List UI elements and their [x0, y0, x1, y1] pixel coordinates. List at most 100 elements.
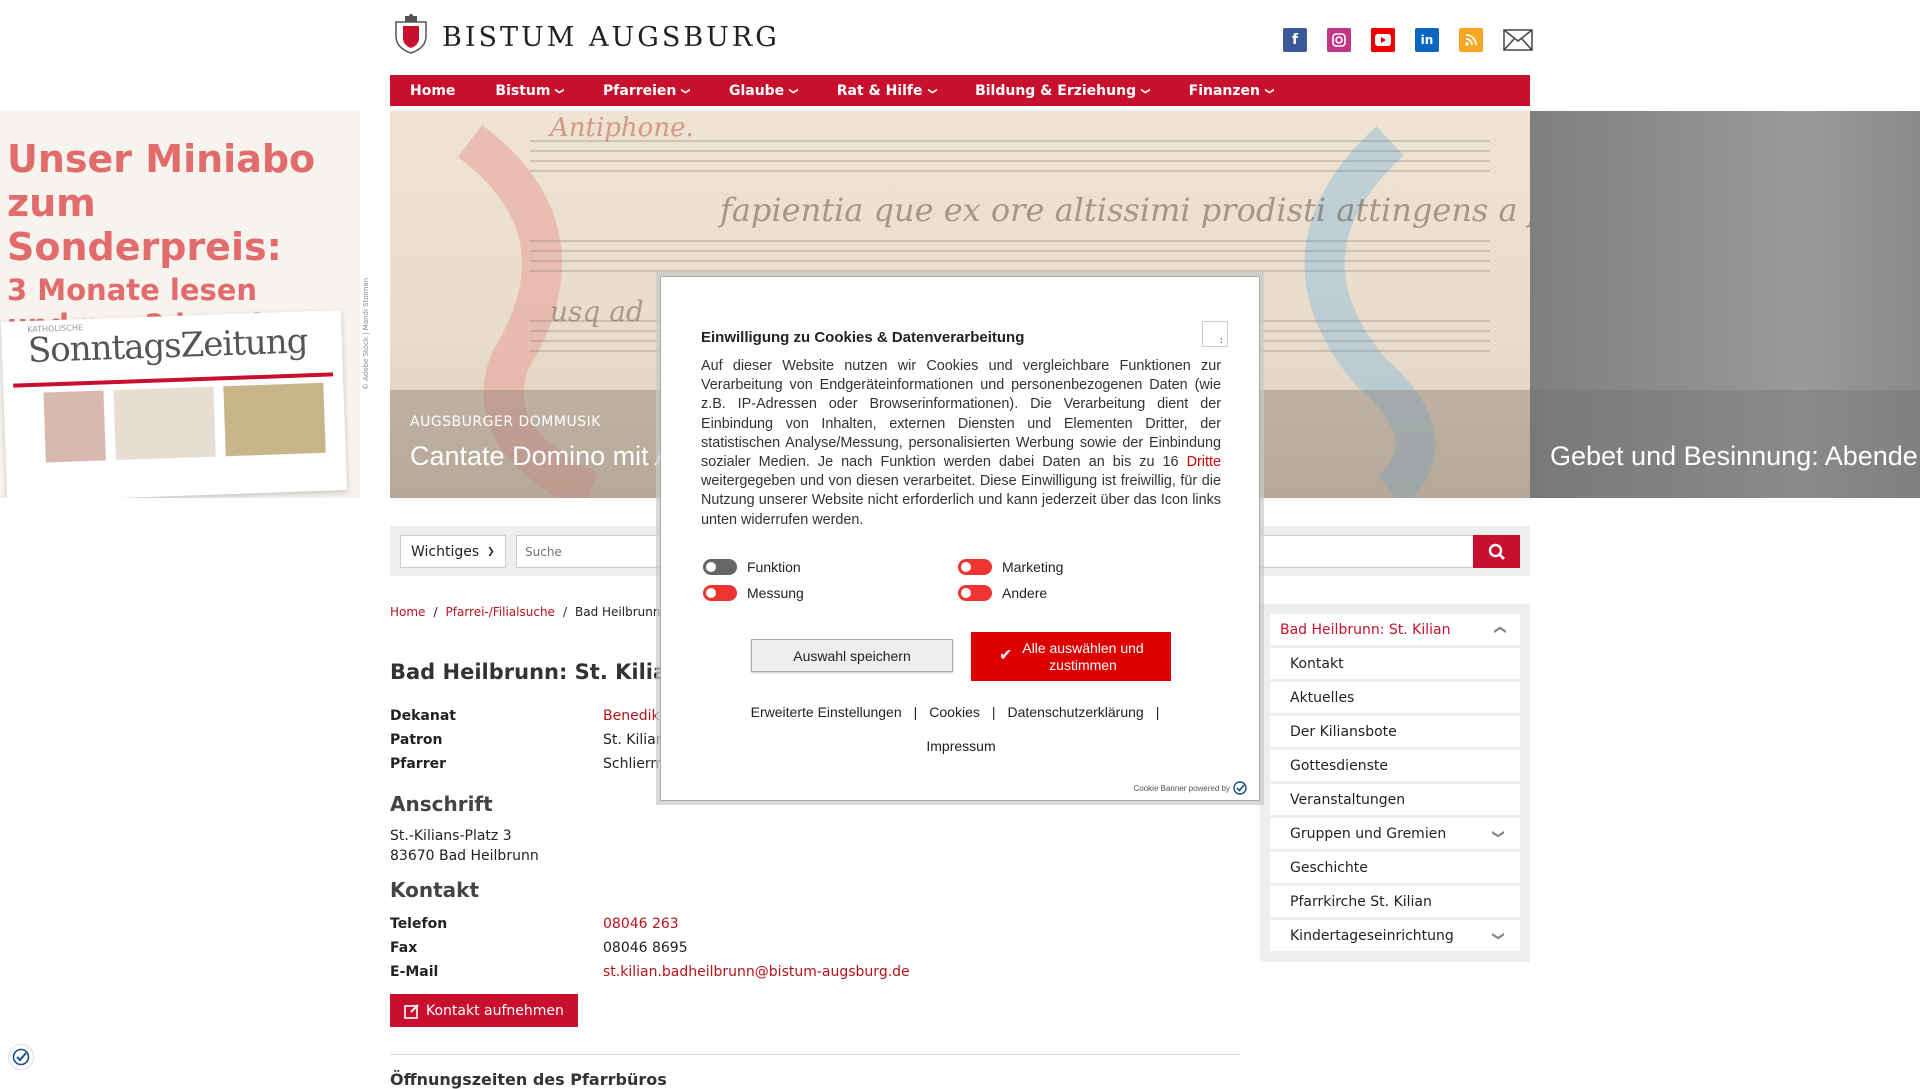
- cookie-powered-by[interactable]: Cookie Banner powered by: [1133, 781, 1247, 795]
- dekanat-link[interactable]: Benedikt: [603, 708, 665, 724]
- email-link[interactable]: st.kilian.badheilbrunn@bistum-augsburg.d…: [603, 964, 910, 980]
- save-selection-button[interactable]: Auswahl speichern: [751, 639, 953, 672]
- sidebar-item-kindertageseinrichtung[interactable]: Kindertageseinrichtung ❯: [1270, 920, 1520, 952]
- youtube-icon[interactable]: [1371, 28, 1395, 52]
- advertisement-banner[interactable]: Unser Miniabo zum Sonderpreis: 3 Monate …: [0, 111, 360, 498]
- nav-item-home[interactable]: Home: [390, 75, 475, 106]
- imprint-link[interactable]: Impressum: [926, 738, 995, 754]
- newspaper-title: SonntagsZeitung: [27, 321, 309, 372]
- contact-button-label: Kontakt aufnehmen: [426, 1002, 564, 1019]
- sidebar-item-label: Bad Heilbrunn: St. Kilian: [1280, 621, 1451, 638]
- nav-item-bildung-erziehung[interactable]: Bildung & Erziehung ❯: [955, 75, 1169, 106]
- instagram-icon[interactable]: [1327, 28, 1351, 52]
- hero-title[interactable]: Cantate Domino mit A: [410, 441, 673, 472]
- info-value: St. Kilian: [603, 732, 665, 748]
- facebook-icon[interactable]: f: [1283, 28, 1307, 52]
- sidebar-item-bad-heilbrunn-st-kilian[interactable]: Bad Heilbrunn: St. Kilian ❯: [1270, 614, 1520, 646]
- chevron-down-icon[interactable]: ❯: [1492, 828, 1506, 838]
- logo-text: BISTUM AUGSBURG: [442, 21, 780, 53]
- accept-all-button[interactable]: ✔ Alle auswählen und zustimmen: [971, 632, 1171, 681]
- nav-item-bistum[interactable]: Bistum ❯: [475, 75, 583, 106]
- advanced-settings-link[interactable]: Erweiterte Einstellungen: [751, 704, 902, 720]
- chevron-down-icon: ❯: [1263, 86, 1274, 95]
- cookie-settings-badge[interactable]: [8, 1044, 34, 1070]
- toggle-marketing[interactable]: Marketing: [958, 559, 1063, 575]
- breadcrumb-home[interactable]: Home: [390, 605, 425, 619]
- close-button[interactable]: :: [1202, 321, 1228, 347]
- sidebar-item-aktuelles[interactable]: Aktuelles: [1270, 682, 1520, 714]
- nav-item-label: Glaube: [728, 82, 785, 99]
- nav-item-finanzen[interactable]: Finanzen ❯: [1169, 75, 1293, 106]
- breadcrumb-search[interactable]: Pfarrei-/Filialsuche: [445, 605, 554, 619]
- contact-label: Fax: [390, 940, 418, 956]
- hero-next-slide[interactable]: Gebet und Besinnung: Abende: [1530, 111, 1920, 498]
- breadcrumb-separator: /: [433, 605, 438, 619]
- sidebar-item-veranstaltungen[interactable]: Veranstaltungen: [1270, 784, 1520, 816]
- cookie-dialog-text: Auf dieser Website nutzen wir Cookies un…: [701, 357, 1221, 530]
- chevron-down-icon: ❯: [487, 546, 495, 557]
- chevron-down-icon: ❯: [680, 86, 691, 95]
- sidebar-item-pfarrkirche-st-kilian[interactable]: Pfarrkirche St. Kilian: [1270, 886, 1520, 918]
- sidebar-item-der-kiliansbote[interactable]: Der Kiliansbote: [1270, 716, 1520, 748]
- contact-button[interactable]: Kontakt aufnehmen: [390, 994, 578, 1027]
- search-button[interactable]: [1473, 535, 1520, 568]
- nav-item-glaube[interactable]: Glaube ❯: [709, 75, 817, 106]
- chevron-down-icon: ❯: [926, 86, 937, 95]
- toggle-funktion[interactable]: Funktion: [703, 559, 801, 575]
- powered-by-text: Cookie Banner powered by: [1133, 783, 1230, 793]
- contact-row: Fax 08046 8695: [390, 936, 1240, 960]
- breadcrumb-separator: /: [562, 605, 567, 619]
- divider: [390, 1054, 1240, 1055]
- category-select-label: Wichtiges: [411, 543, 480, 560]
- close-icon: :: [1219, 335, 1223, 346]
- third-parties-link[interactable]: Dritte: [1187, 454, 1221, 470]
- svg-text:fapientia que ex ore altissimi: fapientia que ex ore altissimi prodisti …: [718, 191, 1530, 229]
- nav-item-pfarreien[interactable]: Pfarreien ❯: [583, 75, 709, 106]
- cookies-link[interactable]: Cookies: [929, 704, 980, 720]
- shield-check-icon: [12, 1048, 30, 1066]
- sidebar-item-kontakt[interactable]: Kontakt: [1270, 648, 1520, 680]
- ad-line-1: Unser Miniabo: [7, 137, 316, 181]
- toggle-switch[interactable]: [703, 585, 737, 601]
- sidebar-item-label: Pfarrkirche St. Kilian: [1290, 893, 1432, 910]
- nav-item-rat-hilfe[interactable]: Rat & Hilfe ❯: [817, 75, 955, 106]
- nav-item-label: Pfarreien: [603, 82, 677, 99]
- contact-label: Telefon: [390, 916, 448, 932]
- ad-line-2: zum Sonderpreis:: [7, 181, 282, 269]
- chevron-up-icon[interactable]: ❯: [1492, 624, 1506, 634]
- hero-next-title[interactable]: Gebet und Besinnung: Abende: [1550, 441, 1918, 472]
- linkedin-icon[interactable]: in: [1415, 28, 1439, 52]
- site-header: BISTUM AUGSBURG f in: [0, 0, 1920, 74]
- fax-value: 08046 8695: [603, 940, 688, 956]
- newspaper-image: KATHOLISCHE SonntagsZeitung: [0, 310, 348, 498]
- toggle-messung[interactable]: Messung: [703, 585, 804, 601]
- toggle-switch[interactable]: [958, 559, 992, 575]
- phone-link[interactable]: 08046 263: [603, 916, 679, 932]
- privacy-policy-link[interactable]: Datenschutzerklärung: [1008, 704, 1144, 720]
- site-logo[interactable]: BISTUM AUGSBURG: [390, 14, 780, 54]
- toggle-label: Funktion: [747, 559, 801, 575]
- hero-kicker: AUGSBURGER DOMMUSIK: [410, 414, 601, 430]
- sidebar-item-geschichte[interactable]: Geschichte: [1270, 852, 1520, 884]
- contact-label: E-Mail: [390, 964, 439, 980]
- toggle-label: Andere: [1002, 585, 1048, 601]
- toggle-switch[interactable]: [958, 585, 992, 601]
- sidebar: Bad Heilbrunn: St. Kilian ❯ Kontakt Aktuell…: [1260, 604, 1530, 962]
- chevron-down-icon: ❯: [1139, 86, 1150, 95]
- checkmark-icon: ✔: [999, 647, 1013, 664]
- address: St.-Kilians-Platz 3 83670 Bad Heilbrunn: [390, 826, 1240, 866]
- sidebar-item-gruppen-und-gremien[interactable]: Gruppen und Gremien ❯: [1270, 818, 1520, 850]
- sidebar-item-gottesdienste[interactable]: Gottesdienste: [1270, 750, 1520, 782]
- edit-icon: [404, 1003, 419, 1019]
- toggle-switch[interactable]: [703, 559, 737, 575]
- contact-info: Telefon 08046 263 Fax 08046 8695 E-Mail st.…: [390, 912, 1240, 984]
- sidebar-item-label: Der Kiliansbote: [1290, 723, 1397, 740]
- rss-icon[interactable]: [1459, 28, 1483, 52]
- breadcrumb: Home / Pfarrei-/Filialsuche / Bad Heilbr…: [390, 605, 673, 619]
- mail-icon[interactable]: [1503, 28, 1533, 52]
- diocese-crest-icon: [395, 14, 427, 54]
- toggle-andere[interactable]: Andere: [958, 585, 1047, 601]
- ad-credit: © Adobe Stock | Mandi Stoiman: [362, 277, 370, 390]
- chevron-down-icon[interactable]: ❯: [1492, 930, 1506, 940]
- category-select[interactable]: Wichtiges ❯: [400, 535, 506, 568]
